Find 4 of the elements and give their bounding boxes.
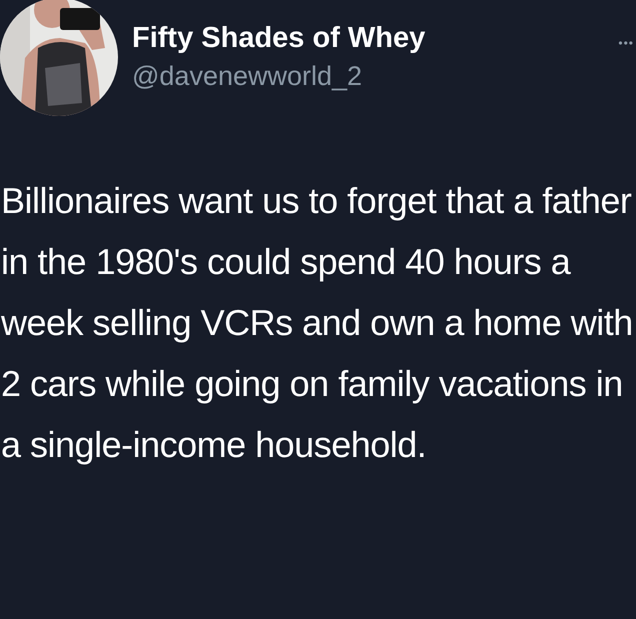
tweet-text: Billionaires want us to forget that a father in the 1980's could spend 40 hours a week selling VCRs and own a home with 2 cars while going on family vacations in a single-income household. [0, 179, 634, 467]
more-menu[interactable]: ••• [618, 36, 634, 50]
display-name: Fifty Shades of Whey [132, 22, 426, 55]
user-handle[interactable]: @davenewworld_2 [132, 61, 618, 92]
